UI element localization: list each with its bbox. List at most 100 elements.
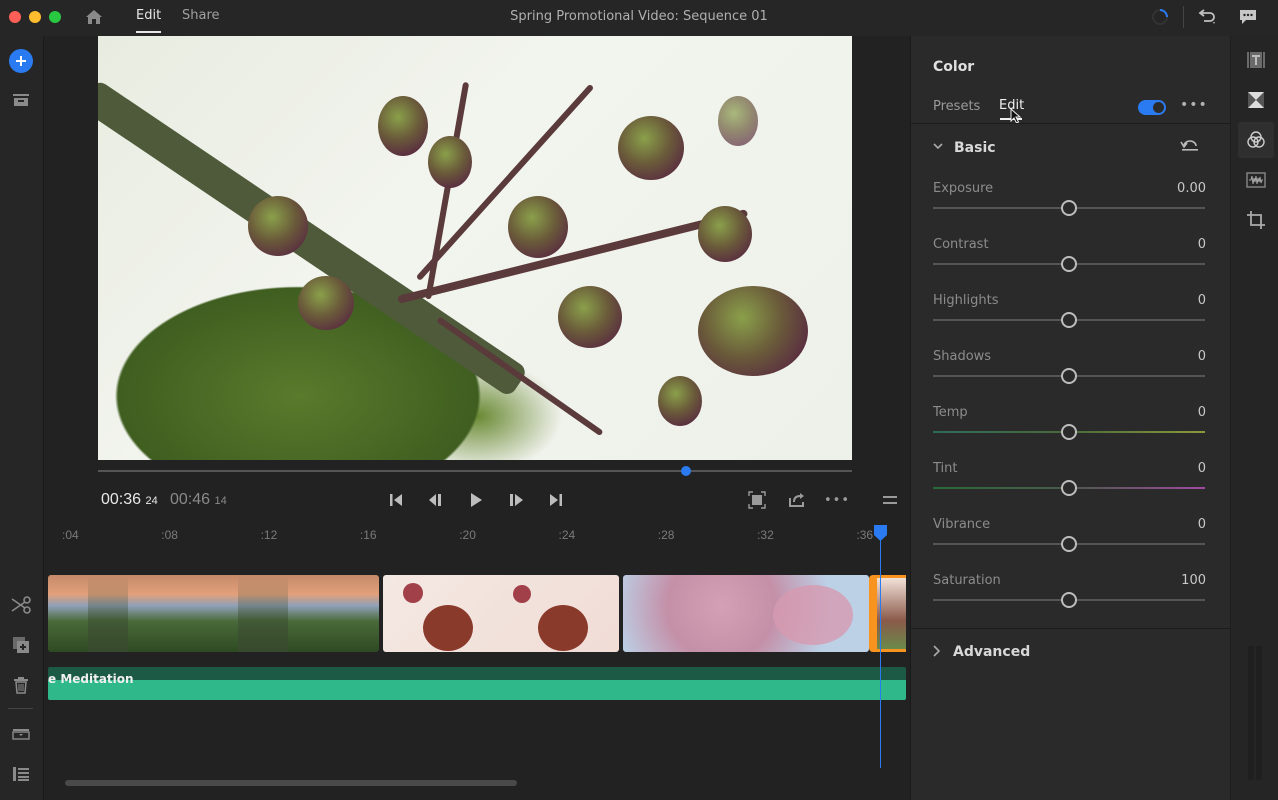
fullscreen-button[interactable] [747,490,767,510]
saturation-slider-handle[interactable] [1061,592,1077,608]
home-button[interactable] [84,7,104,27]
contrast-slider-handle[interactable] [1061,256,1077,272]
clip-red-buds[interactable] [383,575,619,652]
clip-cherry-blossoms[interactable] [623,575,869,652]
temp-slider-handle[interactable] [1061,424,1077,440]
step-forward-button[interactable] [506,490,526,510]
reset-basic-button[interactable] [1180,138,1200,158]
comments-button[interactable] [1238,7,1258,27]
close-window-button[interactable] [9,11,21,23]
shadows-value[interactable]: 0 [1198,349,1206,364]
exposure-value[interactable]: 0.00 [1177,181,1206,196]
progress-spinner-icon [1152,9,1168,25]
minimize-window-button[interactable] [29,11,41,23]
saturation-label: Saturation [933,573,1001,588]
skip-to-start-icon [390,494,402,506]
step-forward-icon [510,494,523,506]
crop-icon [1247,211,1265,229]
preview-bud [248,196,308,256]
clip-thumbnail-detail [423,605,473,651]
playhead-line[interactable] [880,540,881,768]
color-button[interactable] [1244,128,1268,152]
preview-bud [698,286,808,376]
contrast-value[interactable]: 0 [1198,237,1206,252]
video-preview[interactable] [98,36,852,460]
crop-button[interactable] [1244,208,1268,232]
audio-clip-label: e Meditation [48,672,134,686]
audio-clip[interactable] [48,667,906,700]
shadows-label: Shadows [933,349,992,364]
saturation-value[interactable]: 100 [1181,573,1206,588]
tab-edit[interactable]: Edit [136,8,162,33]
color-icon [1247,131,1265,148]
title-bar: Edit Share Spring Promotional Video: Seq… [0,0,1278,36]
ruler-tick-label: :32 [757,528,774,542]
skip-to-end-button[interactable] [546,490,566,510]
preview-branch [425,81,470,300]
tab-presets[interactable]: Presets [933,99,980,114]
document-title: Spring Promotional Video: Sequence 01 [510,9,768,24]
timeline-horizontal-scrollbar[interactable] [65,780,517,786]
titles-icon [1247,52,1265,68]
clip-thumbnail-detail [877,578,906,649]
add-media-button[interactable] [9,49,33,73]
total-duration: 00:46 14 [170,491,227,508]
shadows-slider-handle[interactable] [1061,368,1077,384]
split-scissors-icon [11,596,31,614]
panel-divider [910,628,1230,629]
clip-thumbnail-detail [403,583,423,603]
timeline-list-button[interactable] [10,764,32,784]
play-icon [471,493,482,507]
ruler-tick-label: :28 [657,528,675,542]
delete-icon [14,677,28,694]
skip-to-start-button[interactable] [386,490,406,510]
vibrance-value[interactable]: 0 [1198,517,1206,532]
exposure-slider-handle[interactable] [1061,200,1077,216]
split-button[interactable] [10,594,32,616]
highlights-slider-handle[interactable] [1061,312,1077,328]
clip-mountain-sunset[interactable] [48,575,379,652]
panel-divider [910,123,1230,124]
share-export-button[interactable] [787,490,807,510]
clip-thumbnail-detail [773,585,853,645]
panel-more-button[interactable]: ••• [1180,97,1208,113]
chevron-right-icon[interactable] [932,644,942,658]
ruler-tick-label: :20 [459,528,476,542]
advanced-section-header[interactable]: Advanced [953,644,1030,660]
playback-scrubber[interactable] [98,470,852,472]
duplicate-icon [13,637,29,653]
audio-button[interactable] [1244,168,1268,192]
clip-branch-selected[interactable] [869,575,906,652]
titles-button[interactable] [1244,48,1268,72]
vibrance-slider-handle[interactable] [1061,536,1077,552]
add-media-icon [16,56,26,66]
maximize-window-button[interactable] [49,11,61,23]
transitions-button[interactable] [1244,88,1268,112]
preview-bud [428,136,472,188]
undo-button[interactable] [1196,7,1218,27]
clip-thumbnail-detail [88,575,128,652]
color-enable-toggle[interactable] [1138,100,1166,115]
duplicate-button[interactable] [10,634,32,656]
chevron-down-icon[interactable] [932,140,944,152]
clip-thumbnail-detail [538,605,588,651]
vibrance-label: Vibrance [933,517,991,532]
preview-bud [298,276,354,330]
clip-thumbnail-detail [238,575,288,652]
tint-slider-handle[interactable] [1061,480,1077,496]
track-options-button[interactable] [10,724,32,744]
more-options-button[interactable]: ••• [824,490,849,510]
audio-level-meter [1244,646,1266,780]
panel-menu-button[interactable] [880,490,900,510]
basic-section-header[interactable]: Basic [954,140,996,156]
tint-value[interactable]: 0 [1198,461,1206,476]
preview-bud [618,116,684,180]
step-back-button[interactable] [426,490,446,510]
highlights-value[interactable]: 0 [1198,293,1206,308]
project-bin-button[interactable] [11,91,31,109]
temp-value[interactable]: 0 [1198,405,1206,420]
tab-share[interactable]: Share [182,8,220,23]
play-button[interactable] [466,490,486,510]
delete-button[interactable] [10,674,32,696]
playhead-handle[interactable] [874,525,887,541]
